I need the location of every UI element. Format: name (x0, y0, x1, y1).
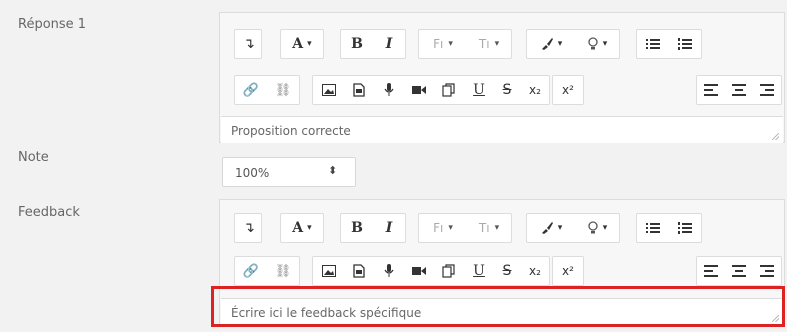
toolbar-row-1: ↴ A ▾ B I Fı ▾ Tı ▾ ▾ ▾ (220, 29, 786, 59)
reponse-text-area[interactable]: Proposition correcte (221, 116, 783, 143)
highlight-color-button[interactable]: ▾ (529, 214, 573, 242)
record-video-button[interactable] (405, 257, 433, 285)
media-button[interactable] (345, 76, 373, 104)
record-audio-button[interactable] (375, 257, 403, 285)
align-right-icon (760, 265, 774, 277)
image-icon (322, 265, 336, 277)
image-icon (322, 84, 336, 96)
unlink-button[interactable]: ⛓ (269, 257, 297, 285)
toolbar-row-2: 🔗 ⛓ U S x₂ x² (220, 75, 786, 105)
bullet-list-button[interactable] (639, 30, 667, 58)
highlight-color-button[interactable]: ▾ (529, 30, 573, 58)
files-icon (442, 83, 455, 97)
strikethrough-button[interactable]: S (493, 257, 521, 285)
align-left-button[interactable] (697, 257, 725, 285)
brush-icon (541, 222, 553, 234)
document-icon (353, 264, 365, 278)
superscript-button[interactable]: x² (554, 257, 582, 285)
subscript-button[interactable]: x₂ (521, 76, 549, 104)
italic-button[interactable]: I (375, 214, 403, 242)
font-color-button[interactable]: A ▾ (281, 30, 323, 58)
undo-button[interactable]: ↴ (235, 30, 263, 58)
align-center-button[interactable] (725, 257, 753, 285)
align-center-button[interactable] (725, 76, 753, 104)
hint-button[interactable]: ▾ (575, 214, 619, 242)
note-select[interactable]: 100% ⬍ (222, 157, 356, 187)
text-size-button[interactable]: Tı ▾ (467, 30, 511, 58)
reponse-label: Réponse 1 (18, 17, 87, 32)
image-button[interactable] (315, 257, 343, 285)
font-color-button[interactable]: A ▾ (281, 214, 323, 242)
note-label: Note (18, 150, 49, 165)
manage-files-button[interactable] (435, 76, 463, 104)
numbered-list-button[interactable] (671, 214, 699, 242)
toolbar-row-1: ↴ A ▾ B I Fı ▾ Tı ▾ ▾ ▾ (220, 213, 786, 243)
align-left-button[interactable] (697, 76, 725, 104)
hint-button[interactable]: ▾ (575, 30, 619, 58)
brush-icon (541, 38, 553, 50)
underline-button[interactable]: U (465, 76, 493, 104)
microphone-icon (384, 264, 394, 277)
font-family-button[interactable]: Fı ▾ (421, 30, 465, 58)
align-right-button[interactable] (753, 76, 781, 104)
align-left-icon (704, 265, 718, 277)
reponse-text: Proposition correcte (231, 124, 351, 138)
italic-button[interactable]: I (375, 30, 403, 58)
bold-button[interactable]: B (343, 30, 371, 58)
feedback-label: Feedback (18, 205, 80, 220)
lightbulb-icon (588, 221, 598, 234)
lightbulb-icon (588, 37, 598, 50)
superscript-button[interactable]: x² (554, 76, 582, 104)
align-right-button[interactable] (753, 257, 781, 285)
media-button[interactable] (345, 257, 373, 285)
feedback-placeholder: Écrire ici le feedback spécifique (231, 306, 422, 320)
subscript-button[interactable]: x₂ (521, 257, 549, 285)
image-button[interactable] (315, 76, 343, 104)
link-button[interactable]: 🔗 (237, 257, 265, 285)
align-center-icon (732, 84, 746, 96)
resize-handle[interactable] (772, 315, 779, 322)
video-camera-icon (412, 267, 426, 275)
numbered-list-button[interactable] (671, 30, 699, 58)
reponse-editor: ↴ A ▾ B I Fı ▾ Tı ▾ ▾ ▾ 🔗 ⛓ U S x₂ x² Pr… (219, 12, 785, 143)
toolbar-row-2: 🔗 ⛓ U S x₂ x² (220, 256, 786, 286)
feedback-text-area[interactable]: Écrire ici le feedback spécifique (221, 298, 783, 325)
files-icon (442, 264, 455, 278)
unlink-button[interactable]: ⛓ (269, 76, 297, 104)
bullet-list-icon (646, 39, 660, 49)
bullet-list-icon (646, 223, 660, 233)
record-video-button[interactable] (405, 76, 433, 104)
note-value: 100% (235, 166, 270, 180)
select-arrows-icon: ⬍ (328, 164, 338, 177)
manage-files-button[interactable] (435, 257, 463, 285)
record-audio-button[interactable] (375, 76, 403, 104)
undo-button[interactable]: ↴ (235, 214, 263, 242)
video-camera-icon (412, 86, 426, 94)
font-family-button[interactable]: Fı ▾ (421, 214, 465, 242)
feedback-editor: ↴ A ▾ B I Fı ▾ Tı ▾ ▾ ▾ 🔗 ⛓ U S x₂ x² Éc… (219, 199, 785, 327)
text-size-button[interactable]: Tı ▾ (467, 214, 511, 242)
resize-handle[interactable] (772, 133, 779, 140)
align-center-icon (732, 265, 746, 277)
numbered-list-icon (678, 38, 692, 50)
document-icon (353, 83, 365, 97)
microphone-icon (384, 83, 394, 96)
underline-button[interactable]: U (465, 257, 493, 285)
bullet-list-button[interactable] (639, 214, 667, 242)
bold-button[interactable]: B (343, 214, 371, 242)
numbered-list-icon (678, 222, 692, 234)
strikethrough-button[interactable]: S (493, 76, 521, 104)
align-right-icon (760, 84, 774, 96)
link-button[interactable]: 🔗 (237, 76, 265, 104)
align-left-icon (704, 84, 718, 96)
